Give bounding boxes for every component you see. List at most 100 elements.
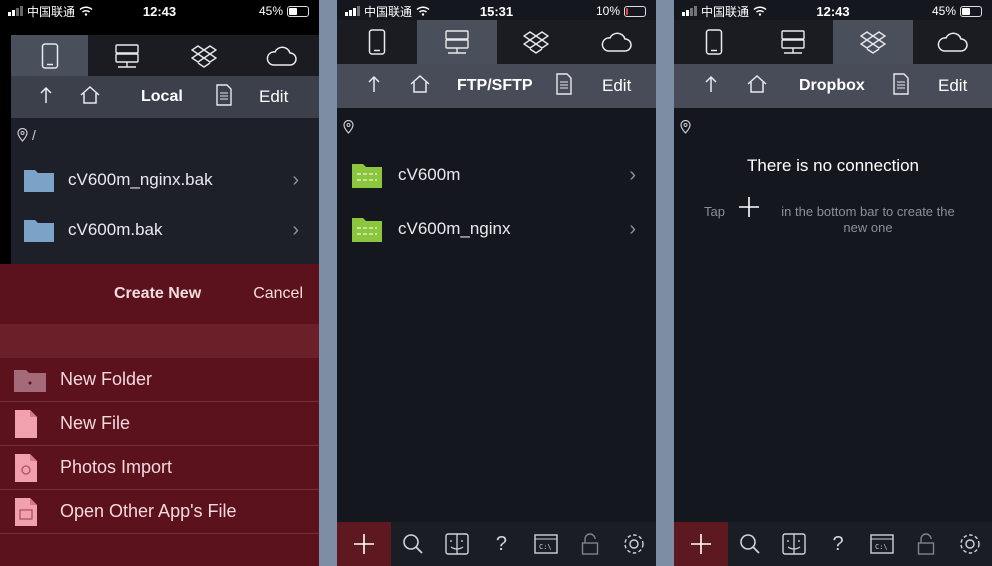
- battery-status: 10%: [596, 4, 646, 18]
- divider: [319, 0, 337, 566]
- edit-button[interactable]: Edit: [602, 76, 631, 96]
- phone-local: 中国联通 12:43 45% Local Edit / cV600m_nginx…: [0, 0, 319, 566]
- list-item[interactable]: cV600m_nginx.bak ›: [11, 160, 319, 200]
- tab-dropbox[interactable]: [165, 35, 242, 76]
- path-row: /: [11, 124, 319, 146]
- tab-local[interactable]: [674, 20, 754, 64]
- phone-icon: [705, 29, 722, 55]
- tab-dropbox[interactable]: [497, 20, 577, 64]
- cloud-icon: [601, 32, 632, 52]
- svg-text:C:\: C:\: [539, 543, 552, 551]
- tab-ftp[interactable]: [416, 20, 497, 64]
- list-item[interactable]: cV600m_nginx ›: [337, 209, 656, 249]
- phone-dropbox: 中国联通 12:43 45% Dropbox Edit There is no …: [674, 0, 992, 566]
- up-icon[interactable]: [704, 75, 718, 98]
- toolbar-title: Dropbox: [799, 77, 865, 94]
- location-pin-icon: [343, 120, 354, 134]
- photos-icon: [15, 453, 37, 482]
- tab-cloud[interactable]: [242, 35, 319, 76]
- gear-icon: [624, 534, 644, 554]
- search-button[interactable]: [391, 522, 435, 566]
- help-button[interactable]: ?: [479, 522, 523, 566]
- cancel-button[interactable]: Cancel: [253, 285, 303, 303]
- cloud-icon: [938, 32, 968, 52]
- terminal-icon: C:\: [870, 534, 894, 554]
- server-folder-icon: [352, 218, 382, 242]
- plus-icon: [354, 534, 374, 554]
- file-name: cV600m_nginx: [398, 219, 511, 238]
- empty-title: There is no connection: [747, 156, 919, 175]
- finder-button[interactable]: [435, 522, 479, 566]
- lock-button[interactable]: [904, 522, 948, 566]
- finder-button[interactable]: [772, 522, 816, 566]
- help-icon: ?: [495, 532, 507, 555]
- battery-percent: 45%: [258, 4, 283, 18]
- bottom-bar: ? C:\: [337, 522, 656, 566]
- folder-icon: [14, 369, 46, 392]
- add-button[interactable]: [337, 522, 391, 566]
- list-item[interactable]: cV600m.bak ›: [11, 210, 319, 250]
- battery-status: 45%: [932, 4, 982, 18]
- document-icon[interactable]: [892, 72, 910, 100]
- search-button[interactable]: [728, 522, 772, 566]
- svg-text:C:\: C:\: [875, 543, 888, 551]
- list-item[interactable]: cV600m ›: [337, 155, 656, 195]
- battery-percent: 45%: [931, 4, 956, 18]
- tab-dropbox[interactable]: [833, 20, 913, 64]
- edit-button[interactable]: Edit: [938, 76, 967, 96]
- terminal-button[interactable]: C:\: [860, 522, 904, 566]
- help-button[interactable]: ?: [816, 522, 860, 566]
- settings-button[interactable]: [948, 522, 992, 566]
- location-pin-icon: [17, 128, 28, 142]
- document-icon[interactable]: [215, 83, 233, 111]
- dropbox-icon: [859, 31, 886, 54]
- tab-cloud[interactable]: [913, 20, 992, 64]
- create-new-sheet: Create New Cancel New Folder New File Ph…: [0, 264, 319, 566]
- bottom-bar: ? C:\: [674, 522, 992, 566]
- home-icon[interactable]: [79, 85, 101, 110]
- dropbox-icon: [523, 31, 550, 54]
- chevron-right-icon: ›: [629, 217, 636, 240]
- item-label: New Folder: [60, 369, 153, 389]
- battery-icon: [960, 5, 982, 17]
- open-app-file-item[interactable]: Open Other App's File: [0, 490, 319, 534]
- toolbar: Local Edit: [11, 76, 319, 118]
- tab-cloud[interactable]: [576, 20, 656, 64]
- path-row: [337, 116, 656, 138]
- status-bar: 中国联通 12:43 45%: [0, 0, 319, 22]
- new-folder-item[interactable]: New Folder: [0, 358, 319, 402]
- chevron-right-icon: ›: [629, 163, 636, 186]
- help-icon: ?: [832, 532, 844, 555]
- tab-ftp[interactable]: [88, 35, 165, 76]
- terminal-icon: C:\: [533, 534, 558, 554]
- finder-icon: [445, 533, 469, 555]
- lock-button[interactable]: [568, 522, 612, 566]
- toolbar-title: Local: [141, 88, 183, 105]
- home-icon[interactable]: [409, 74, 431, 99]
- add-button[interactable]: [674, 522, 728, 566]
- item-label: Open Other App's File: [60, 501, 237, 521]
- tab-local[interactable]: [337, 20, 417, 64]
- finder-icon: [782, 533, 806, 555]
- toolbar-title: FTP/SFTP: [457, 77, 533, 94]
- tab-local[interactable]: [11, 35, 88, 76]
- settings-button[interactable]: [612, 522, 656, 566]
- terminal-button[interactable]: C:\: [524, 522, 568, 566]
- battery-percent: 10%: [595, 4, 620, 18]
- photos-import-item[interactable]: Photos Import: [0, 446, 319, 490]
- up-icon[interactable]: [39, 86, 53, 109]
- up-icon[interactable]: [367, 75, 381, 98]
- tab-ftp[interactable]: [754, 20, 834, 64]
- search-icon: [740, 534, 760, 554]
- path-row: [674, 116, 992, 138]
- home-icon[interactable]: [746, 74, 768, 99]
- document-icon[interactable]: [555, 72, 573, 100]
- search-icon: [403, 534, 423, 554]
- new-file-item[interactable]: New File: [0, 402, 319, 446]
- empty-hint: Tap in the bottom bar to create the new …: [674, 192, 992, 242]
- hint-tap: Tap: [704, 204, 725, 219]
- phone-ftp: 中国联通 15:31 10% FTP/SFTP Edit cV600m › cV…: [337, 0, 656, 566]
- location-pin-icon: [680, 120, 691, 134]
- toolbar: Dropbox Edit: [674, 64, 992, 108]
- edit-button[interactable]: Edit: [259, 87, 288, 107]
